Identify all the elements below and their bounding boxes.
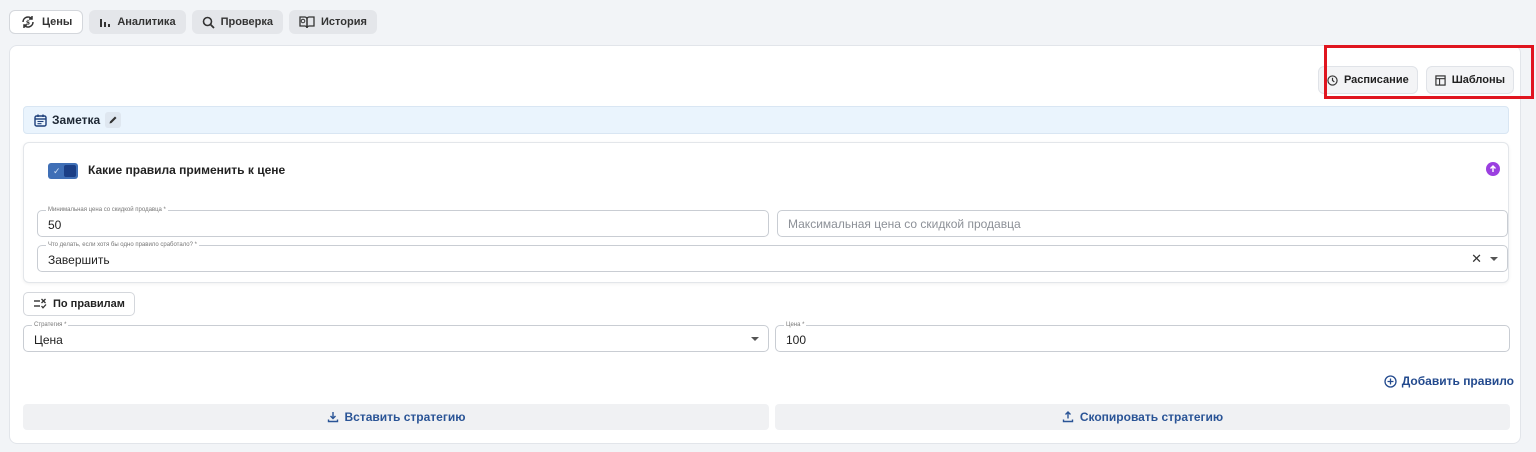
templates-button[interactable]: Шаблоны: [1425, 66, 1514, 94]
rules-panel: ✓ Какие правила применить к цене Минимал…: [23, 142, 1509, 283]
template-icon: [1435, 74, 1446, 86]
rules-list-icon: [34, 298, 47, 309]
rules-toggle[interactable]: ✓: [48, 163, 78, 179]
top-tabs: $ Цены Аналитика Проверка История: [9, 10, 377, 34]
price-field[interactable]: Цена * 100: [775, 321, 1510, 352]
schedule-button[interactable]: Расписание: [1317, 66, 1418, 94]
add-rule-label: Добавить правило: [1401, 374, 1514, 388]
note-label: Заметка: [52, 113, 101, 127]
edit-note-button[interactable]: [105, 112, 122, 128]
strategy-value: Цена: [34, 333, 63, 347]
paste-strategy-button[interactable]: Вставить стратегию: [23, 404, 769, 430]
strategy-label: Стратегия *: [32, 321, 69, 329]
check-icon: ✓: [53, 165, 61, 176]
max-price-input[interactable]: [788, 217, 1445, 231]
plus-circle-icon: [1384, 374, 1397, 388]
copy-strategy-button[interactable]: Скопировать стратегию: [775, 404, 1510, 430]
min-price-label: Минимальная цена со скидкой продавца *: [46, 206, 168, 214]
search-icon: [202, 16, 215, 29]
pencil-icon: [109, 116, 117, 124]
price-label: Цена *: [784, 321, 807, 329]
toggle-knob: [64, 165, 76, 177]
calendar-note-icon: [34, 114, 47, 127]
tab-history-label: История: [320, 16, 367, 28]
tab-check[interactable]: Проверка: [191, 10, 283, 34]
note-bar: Заметка: [23, 106, 1509, 134]
bar-chart-icon: [100, 19, 111, 27]
strategy-card: Расписание Шаблоны Заметка ✓ Какие прави…: [9, 45, 1521, 444]
tab-prices-label: Цены: [42, 16, 73, 28]
paste-strategy-label: Вставить стратегию: [344, 410, 466, 424]
tab-history[interactable]: История: [288, 10, 377, 34]
on-trigger-select[interactable]: Что делать, если хотя бы одно правило ср…: [37, 241, 1508, 272]
on-trigger-label: Что делать, если хотя бы одно правило ср…: [46, 241, 199, 249]
templates-label: Шаблоны: [1451, 74, 1505, 86]
price-sync-icon: $: [22, 16, 34, 28]
tab-analytics-label: Аналитика: [117, 16, 176, 28]
history-book-icon: [299, 16, 315, 29]
rules-title: Какие правила применить к цене: [88, 163, 286, 177]
price-value: 100: [786, 333, 807, 347]
clock-icon: [1327, 74, 1338, 86]
clear-icon[interactable]: ✕: [1471, 251, 1482, 267]
tab-analytics[interactable]: Аналитика: [89, 10, 186, 34]
schedule-label: Расписание: [1343, 74, 1409, 86]
header-actions: Расписание Шаблоны: [1317, 66, 1514, 94]
by-rules-button[interactable]: По правилам: [23, 292, 135, 316]
on-trigger-value: Завершить: [48, 253, 110, 267]
tab-check-label: Проверка: [220, 16, 273, 28]
upload-icon: [1062, 411, 1074, 423]
add-rule-button[interactable]: Добавить правило: [1384, 374, 1514, 388]
tab-prices[interactable]: $ Цены: [9, 10, 84, 34]
collapse-up-icon[interactable]: [1486, 162, 1500, 176]
min-price-value: 50: [48, 218, 62, 232]
by-rules-label: По правилам: [53, 298, 125, 310]
chevron-down-icon[interactable]: [1490, 257, 1498, 261]
copy-strategy-label: Скопировать стратегию: [1079, 410, 1224, 424]
strategy-select[interactable]: Стратегия * Цена: [23, 321, 769, 352]
min-price-field[interactable]: Минимальная цена со скидкой продавца * 5…: [37, 206, 769, 237]
chevron-down-icon[interactable]: [751, 337, 759, 341]
max-price-field[interactable]: [777, 210, 1508, 237]
svg-text:$: $: [26, 20, 30, 27]
download-icon: [327, 412, 338, 423]
